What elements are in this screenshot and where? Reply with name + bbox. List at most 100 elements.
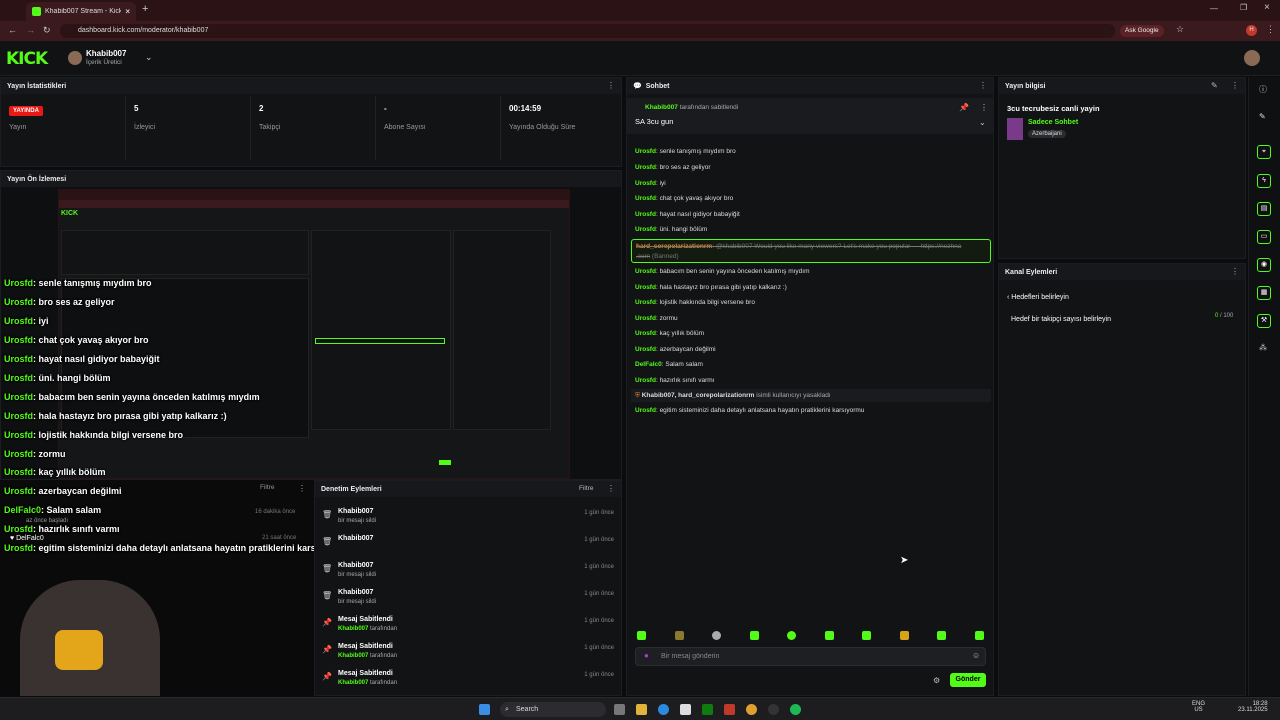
stat-uptime: 00:14:59 Yayında Olduğu Süre — [501, 96, 621, 160]
kick-logo[interactable]: KICK — [6, 49, 48, 69]
taskbar-search[interactable]: ⌕ Search — [500, 702, 606, 717]
crosshair-icon[interactable]: ⌖ — [1257, 145, 1271, 159]
pencil-icon[interactable]: ✎ — [1259, 112, 1266, 121]
overlay-chat-line: Urosfd: senle tanışmış mıydım bro — [4, 278, 152, 288]
edge-icon[interactable] — [658, 704, 669, 715]
overlay-chat-line: Urosfd: hala hastayız bro pırasa gibi ya… — [4, 411, 227, 421]
stat-label: Abone Sayısı — [384, 124, 426, 131]
goals-back-label: Hedefleri belirleyin — [1011, 294, 1069, 301]
info-icon[interactable]: ⓘ — [1259, 84, 1267, 95]
app-icon[interactable] — [724, 704, 735, 715]
dashboard-header: KICK Khabib007 İçerik Üretici ⌄ — [0, 41, 1280, 76]
emote-icon[interactable] — [675, 631, 684, 640]
overlay-chat-line: Urosfd: bro ses az geliyor — [4, 297, 115, 307]
edit-icon[interactable]: ✎ — [1211, 81, 1218, 90]
profile-avatar-icon[interactable]: H — [1246, 25, 1257, 36]
send-button[interactable]: Gönder — [950, 673, 986, 687]
user-avatar[interactable] — [1244, 50, 1260, 66]
emoji-icon[interactable]: ☺ — [972, 651, 980, 660]
moderation-filter[interactable]: Filtre — [579, 485, 593, 492]
banned-message[interactable]: hard_corepolarizationrm: @khabib007 Woul… — [631, 239, 991, 263]
back-icon[interactable]: ← — [8, 25, 17, 35]
heart-icon: ♥ — [10, 535, 15, 542]
emote-icon[interactable] — [937, 631, 946, 640]
new-tab-icon[interactable]: + — [142, 3, 148, 15]
task-view-icon[interactable] — [614, 704, 625, 715]
gear-icon[interactable]: ⚙ — [933, 676, 940, 685]
info-menu-icon[interactable]: ⋮ — [1231, 81, 1239, 90]
language-indicator[interactable]: ENG US — [1192, 701, 1205, 713]
emote-icon[interactable] — [900, 631, 909, 640]
emote-icon[interactable] — [787, 631, 796, 640]
activity-menu-icon[interactable]: ⋮ — [298, 484, 306, 493]
ask-google-button[interactable]: Ask Google — [1120, 25, 1164, 37]
emote-icon[interactable] — [862, 631, 871, 640]
minimize-icon[interactable]: — — [1210, 4, 1218, 13]
stats-menu-icon[interactable]: ⋮ — [607, 81, 615, 90]
chevron-down-icon[interactable]: ⌄ — [145, 52, 153, 63]
broadcast-icon[interactable]: ◉ — [1257, 258, 1271, 272]
stat-followers: 2 Takipçi — [251, 96, 376, 160]
activity-time: 16 dakika önce — [255, 509, 296, 515]
stat-subscribers: - Abone Sayısı — [376, 96, 501, 160]
avatar[interactable] — [68, 51, 82, 65]
pin-icon[interactable]: 📌 — [959, 103, 969, 112]
pinned-message[interactable]: Khabib007 tarafından sabitlendi SA 3cu g… — [627, 98, 993, 134]
windows-start-icon[interactable] — [479, 704, 490, 715]
banned-user: hard_corepolarizationrm — [636, 243, 713, 250]
browser-menu-icon[interactable]: ⋮ — [1266, 24, 1275, 35]
url-field[interactable]: dashboard.kick.com/moderator/khabib007 — [60, 24, 1115, 38]
goal-label: Hedef bir takipçi sayısı belirleyin — [1011, 316, 1111, 323]
document-icon[interactable]: ▤ — [1257, 202, 1271, 216]
close-window-icon[interactable]: × — [1264, 2, 1270, 13]
chrome-icon[interactable] — [746, 704, 757, 715]
clock[interactable]: 18:28 23.11.2025 — [1238, 701, 1268, 713]
chat-icon[interactable]: ▭ — [1257, 230, 1271, 244]
chat-message: Urosfd: iyi — [635, 180, 666, 187]
stat-value: 5 — [134, 104, 139, 113]
chat-input[interactable]: ● Bir mesaj gönderin ☺ — [635, 647, 986, 666]
stat-live: YAYINDA Yayın — [1, 96, 126, 160]
moderation-menu-icon[interactable]: ⋮ — [607, 484, 615, 493]
reload-icon[interactable]: ↻ — [43, 25, 51, 36]
pinned-menu-icon[interactable]: ⋮ — [980, 103, 988, 112]
preview-chat-mini — [311, 230, 451, 430]
emote-icon[interactable] — [637, 631, 646, 640]
file-explorer-icon[interactable] — [636, 704, 647, 715]
close-tab-icon[interactable]: × — [125, 7, 130, 16]
nodes-icon[interactable]: ⁂ — [1259, 343, 1267, 352]
goals-back-button[interactable]: ‹ Hedefleri belirleyin — [1007, 294, 1069, 301]
layout-icon[interactable]: ▦ — [1257, 286, 1271, 300]
emote-icon[interactable] — [975, 631, 984, 640]
browser-tab[interactable]: Khabib007 Stream - Kick Dashb × — [26, 2, 136, 21]
list-item: 🗑 Khabib007 bir mesajı sildi 1 gün önce — [322, 589, 614, 605]
shield-icon: ⛨ — [635, 392, 640, 399]
category-thumbnail — [1007, 118, 1023, 140]
bookmark-star-icon[interactable]: ☆ — [1176, 24, 1184, 35]
maximize-icon[interactable]: ❐ — [1240, 3, 1247, 12]
pin-icon: 📌 — [322, 618, 332, 627]
emote-icon[interactable] — [712, 631, 721, 640]
channel-actions-menu-icon[interactable]: ⋮ — [1231, 267, 1239, 276]
forward-icon[interactable]: → — [26, 25, 35, 35]
chevron-down-icon[interactable]: ⌄ — [979, 118, 986, 127]
spotify-icon[interactable] — [790, 704, 801, 715]
overlay-chat-line: Urosfd: azerbaycan değilmi — [4, 486, 122, 496]
chat-menu-icon[interactable]: ⋮ — [979, 81, 987, 90]
windows-taskbar: ⌕ Search ENG US 18:28 23.11.2025 — [0, 697, 1280, 720]
obs-icon[interactable] — [768, 704, 779, 715]
chat-title: Sohbet — [645, 82, 670, 90]
activity-filter[interactable]: Filtre — [260, 484, 274, 491]
chat-message: Urosfd: azerbaycan değilmi — [635, 346, 716, 353]
emote-icon[interactable] — [825, 631, 834, 640]
wrench-icon[interactable]: ⚒ — [1257, 314, 1271, 328]
activity-user: ♥ DelFalc0 — [10, 535, 44, 542]
store-icon[interactable] — [680, 704, 691, 715]
xbox-icon[interactable] — [702, 704, 713, 715]
lightning-icon[interactable]: ϟ — [1257, 174, 1271, 188]
category-link[interactable]: Sadece Sohbet — [1028, 119, 1078, 126]
stat-viewers: 5 İzleyici — [126, 96, 251, 160]
overlay-chat-line: Urosfd: kaç yıllık bölüm — [4, 467, 106, 477]
emote-icon[interactable] — [750, 631, 759, 640]
stat-label: Takipçi — [259, 124, 281, 131]
